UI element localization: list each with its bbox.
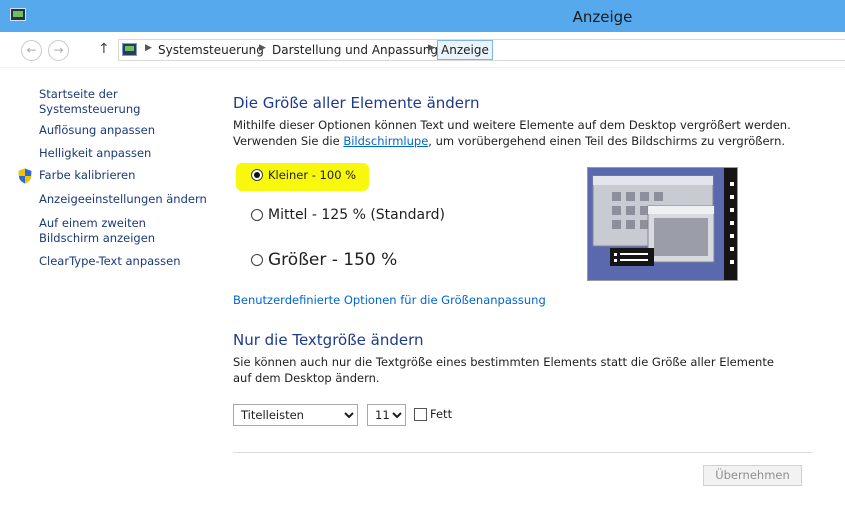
font-size-select[interactable]: 11 — [367, 404, 406, 426]
element-select[interactable]: Titelleisten — [233, 404, 358, 426]
breadcrumb-systemsteuerung[interactable]: Systemsteuerung — [158, 43, 264, 57]
text-size-heading: Nur die Textgröße ändern — [233, 331, 424, 349]
size-description: Mithilfe dieser Optionen können Text und… — [233, 118, 813, 149]
breadcrumb-separator-icon[interactable]: ▶ — [259, 43, 266, 53]
title-bar: Anzeige — [0, 0, 845, 32]
option-mittel[interactable]: Mittel - 125 % (Standard) — [251, 207, 445, 223]
size-description-text: , um vorübergehend einen Teil des Bildsc… — [428, 133, 786, 148]
option-kleiner[interactable]: Kleiner - 100 % — [251, 168, 356, 182]
divider — [233, 452, 813, 453]
address-bar[interactable]: ▶ Systemsteuerung ▶ Darstellung und Anpa… — [118, 39, 845, 61]
text-size-description: Sie können auch nur die Textgröße eines … — [233, 355, 774, 385]
radio-button[interactable] — [251, 254, 263, 266]
back-button[interactable]: ← — [21, 40, 42, 61]
bold-label[interactable]: Fett — [430, 407, 452, 421]
sidebar-item-zweiter-bildschirm[interactable]: Auf einem zweiten Bildschirm anzeigen — [39, 216, 204, 246]
navigation-bar: ← → ↑ ▶ Systemsteuerung ▶ Darstellung un… — [0, 32, 845, 68]
preview-illustration — [588, 168, 737, 280]
sidebar-item-helligkeit[interactable]: Helligkeit anpassen — [39, 146, 209, 161]
bildschirmlupe-link[interactable]: Bildschirmlupe — [343, 134, 428, 148]
option-groesser[interactable]: Größer - 150 % — [251, 250, 397, 270]
display-preview-image — [587, 167, 738, 281]
sidebar-item-cleartype[interactable]: ClearType-Text anpassen — [39, 254, 209, 269]
radio-button[interactable] — [251, 169, 263, 181]
uac-shield-icon — [18, 168, 32, 184]
sidebar-item-farbe-kalibrieren[interactable]: Farbe kalibrieren — [39, 168, 209, 183]
custom-size-options-link[interactable]: Benutzerdefinierte Optionen für die Größ… — [233, 293, 546, 309]
breadcrumb-darstellung[interactable]: Darstellung und Anpassung — [272, 43, 438, 57]
option-label: Kleiner - 100 % — [268, 168, 357, 182]
option-label: Mittel - 125 % (Standard) — [268, 207, 445, 223]
window-title: Anzeige — [572, 8, 633, 26]
forward-button[interactable]: → — [48, 40, 69, 61]
size-heading: Die Größe aller Elemente ändern — [233, 94, 480, 112]
control-panel-icon — [122, 43, 137, 56]
sidebar: Startseite der Systemsteuerung Auflösung… — [0, 68, 215, 507]
bold-checkbox[interactable] — [414, 408, 427, 421]
radio-button[interactable] — [251, 209, 263, 221]
up-button[interactable]: ↑ — [98, 41, 110, 57]
sidebar-item-aufloesung[interactable]: Auflösung anpassen — [39, 123, 209, 138]
option-label: Größer - 150 % — [268, 250, 398, 270]
breadcrumb-anzeige[interactable]: Anzeige — [437, 40, 493, 60]
breadcrumb-separator-icon[interactable]: ▶ — [145, 43, 152, 53]
sidebar-item-startseite[interactable]: Startseite der Systemsteuerung — [39, 87, 209, 117]
sidebar-item-anzeigeeinstellungen[interactable]: Anzeigeeinstellungen ändern — [39, 192, 209, 207]
apply-button[interactable]: Übernehmen — [703, 465, 802, 486]
breadcrumb-separator-icon[interactable]: ▶ — [428, 43, 435, 53]
